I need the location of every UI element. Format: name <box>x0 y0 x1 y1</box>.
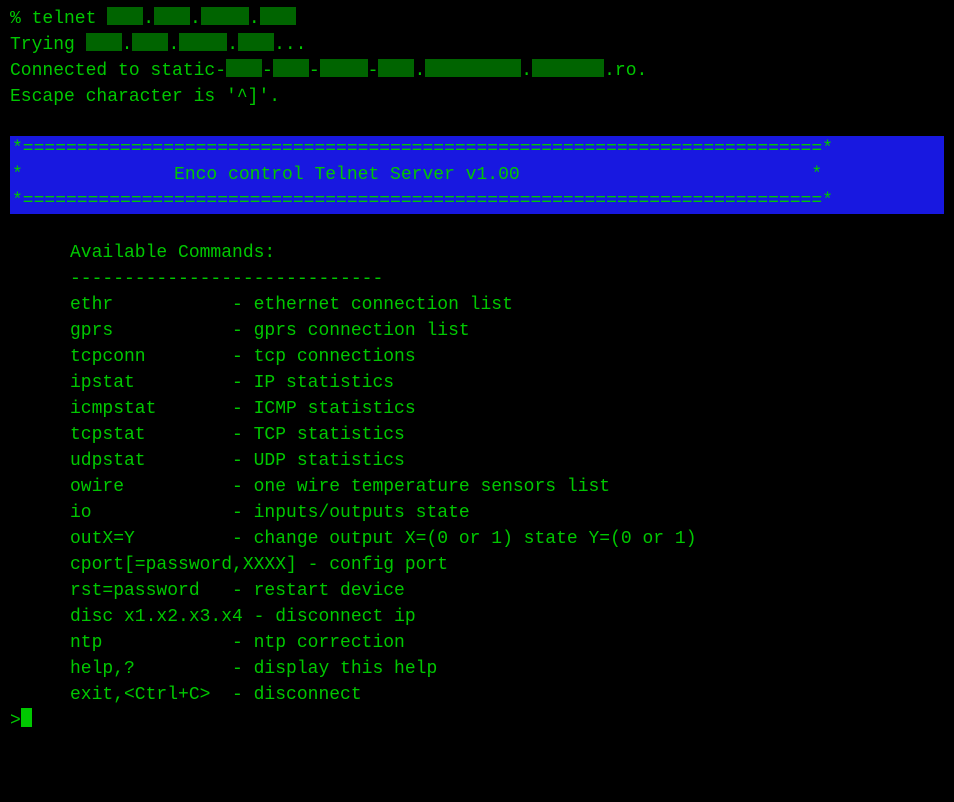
command-row: tcpconn - tcp connections <box>10 344 944 370</box>
command-desc: - UDP statistics <box>232 451 405 471</box>
command-name: tcpconn <box>70 347 232 367</box>
command-desc: - IP statistics <box>232 373 394 393</box>
command-row: ethr - ethernet connection list <box>10 292 944 318</box>
command-desc: - config port <box>308 555 448 575</box>
command-row: help,? - display this help <box>10 656 944 682</box>
command-desc: - display this help <box>232 659 437 679</box>
command-name: cport[=password,XXXX] <box>70 555 308 575</box>
command-row: tcpstat - TCP statistics <box>10 422 944 448</box>
redacted-host <box>425 59 521 77</box>
command-name: icmpstat <box>70 399 232 419</box>
redacted-octet <box>260 7 296 25</box>
command-row: io - inputs/outputs state <box>10 500 944 526</box>
command-name: exit,<Ctrl+C> <box>70 685 232 705</box>
banner-title: * Enco control Telnet Server v1.00 * <box>10 162 944 188</box>
command-desc: - tcp connections <box>232 347 416 367</box>
prompt-text: % telnet <box>10 9 107 29</box>
command-row: ntp - ntp correction <box>10 630 944 656</box>
command-name: io <box>70 503 232 523</box>
command-row: cport[=password,XXXX] - config port <box>10 552 944 578</box>
redacted-octet <box>154 7 190 25</box>
command-desc: - ntp correction <box>232 633 405 653</box>
command-desc: - TCP statistics <box>232 425 405 445</box>
telnet-prompt[interactable]: > <box>10 708 944 734</box>
command-row: owire - one wire temperature sensors lis… <box>10 474 944 500</box>
command-name: gprs <box>70 321 232 341</box>
command-desc: - disconnect ip <box>254 607 416 627</box>
command-row: udpstat - UDP statistics <box>10 448 944 474</box>
shell-telnet-line: % telnet ... <box>10 6 944 32</box>
shell-connected-line: Connected to static----...ro. <box>10 58 944 84</box>
command-row: ipstat - IP statistics <box>10 370 944 396</box>
command-name: rst=password <box>70 581 232 601</box>
command-name: ntp <box>70 633 232 653</box>
cursor-icon <box>21 708 32 727</box>
command-desc: - one wire temperature sensors list <box>232 477 610 497</box>
command-row: exit,<Ctrl+C> - disconnect <box>10 682 944 708</box>
redacted-octet <box>132 33 168 51</box>
command-row: gprs - gprs connection list <box>10 318 944 344</box>
redacted-octet <box>107 7 143 25</box>
command-name: owire <box>70 477 232 497</box>
command-name: help,? <box>70 659 232 679</box>
command-name: outX=Y <box>70 529 232 549</box>
available-commands-header: Available Commands: <box>10 240 944 266</box>
command-name: tcpstat <box>70 425 232 445</box>
command-desc: - ethernet connection list <box>232 295 513 315</box>
redacted-host <box>532 59 604 77</box>
command-desc: - change output X=(0 or 1) state Y=(0 or… <box>232 529 696 549</box>
commands-list: ethr - ethernet connection listgprs - gp… <box>10 292 944 708</box>
redacted-octet <box>86 33 122 51</box>
command-desc: - ICMP statistics <box>232 399 416 419</box>
command-desc: - gprs connection list <box>232 321 470 341</box>
commands-section: Available Commands: --------------------… <box>10 240 944 708</box>
redacted-host <box>320 59 368 77</box>
command-name: udpstat <box>70 451 232 471</box>
shell-escape-line: Escape character is '^]'. <box>10 84 944 110</box>
telnet-banner: *=======================================… <box>10 136 944 214</box>
banner-border-top: *=======================================… <box>10 136 944 162</box>
command-desc: - disconnect <box>232 685 362 705</box>
redacted-octet <box>238 33 274 51</box>
redacted-host <box>273 59 309 77</box>
shell-trying-line: Trying ...... <box>10 32 944 58</box>
redacted-octet <box>201 7 249 25</box>
command-row: disc x1.x2.x3.x4 - disconnect ip <box>10 604 944 630</box>
command-desc: - restart device <box>232 581 405 601</box>
redacted-host <box>226 59 262 77</box>
command-name: disc x1.x2.x3.x4 <box>70 607 254 627</box>
command-desc: - inputs/outputs state <box>232 503 470 523</box>
banner-border-bottom: *=======================================… <box>10 188 944 214</box>
command-row: rst=password - restart device <box>10 578 944 604</box>
redacted-host <box>378 59 414 77</box>
command-row: icmpstat - ICMP statistics <box>10 396 944 422</box>
command-name: ethr <box>70 295 232 315</box>
available-commands-underline: ----------------------------- <box>10 266 944 292</box>
command-name: ipstat <box>70 373 232 393</box>
command-row: outX=Y - change output X=(0 or 1) state … <box>10 526 944 552</box>
redacted-octet <box>179 33 227 51</box>
